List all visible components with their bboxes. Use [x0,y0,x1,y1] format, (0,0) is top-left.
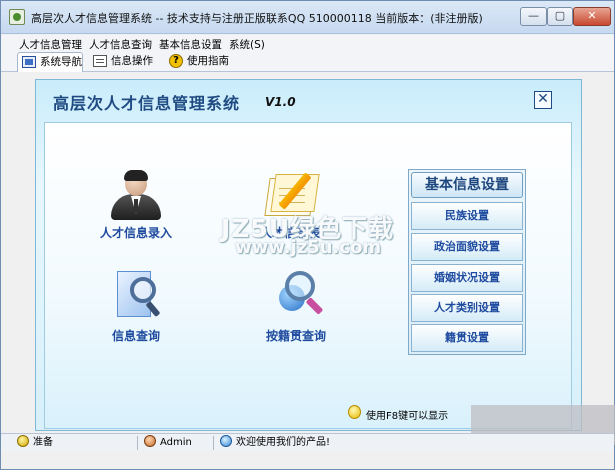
ethnicity-settings-button[interactable]: 民族设置 [411,202,523,230]
talent-info-table-button[interactable]: 人才信息表 [245,168,335,246]
globe-search-icon [275,271,324,319]
lightbulb-icon [348,405,361,419]
function-label: 人才信息录入 [99,226,172,240]
page-title: 高层次人才信息管理系统 [53,94,241,113]
status-welcome-text: 欢迎使用我们的产品! [236,437,331,448]
status-divider [137,436,138,450]
app-window: 高层次人才信息管理系统 -- 技术支持与注册正版联系QQ 510000118 当… [0,0,615,470]
status-user: Admin [144,435,192,451]
query-by-hometown-button[interactable]: 按籍贯查询 [251,271,341,351]
sheet-icon [93,55,107,67]
status-ready-text: 准备 [33,437,53,448]
menu-basic-info-settings[interactable]: 基本信息设置 [159,37,222,52]
close-button[interactable]: ✕ [573,7,611,26]
status-welcome: 欢迎使用我们的产品! [220,435,330,451]
status-bar: 准备 Admin 欢迎使用我们的产品! [1,433,614,451]
function-label: 按籍贯查询 [265,329,326,343]
tab-user-guide[interactable]: ? 使用指南 [165,52,237,72]
tab-label: 信息操作 [111,55,153,67]
maximize-button[interactable]: ▢ [547,7,573,26]
talent-info-entry-button[interactable]: 人才信息录入 [91,168,181,246]
status-user-text: Admin [160,437,192,448]
political-status-settings-button[interactable]: 政治面貌设置 [411,233,523,261]
basic-info-settings-panel: 基本信息设置 民族设置 政治面貌设置 婚姻状况设置 人才类别设置 籍贯设置 [408,169,526,355]
tab-label: 使用指南 [187,55,229,67]
user-icon [144,435,156,447]
function-label: 人才信息表 [259,226,320,240]
title-bar: 高层次人才信息管理系统 -- 技术支持与注册正版联系QQ 510000118 当… [1,1,614,34]
menu-talent-info-query[interactable]: 人才信息查询 [89,37,152,52]
status-ready: 准备 [17,435,53,451]
person-icon [111,170,161,222]
version-label: V1.0 [265,95,296,109]
document-search-icon [117,271,161,319]
window-title: 高层次人才信息管理系统 -- 技术支持与注册正版联系QQ 510000118 当… [31,12,483,25]
panel-close-button[interactable]: ✕ [534,91,552,109]
tab-label: 系统导航 [40,56,82,68]
notebook-icon [264,170,320,220]
f8-hint-text: 使用F8键可以显示 [366,411,449,422]
tab-info-operation[interactable]: 信息操作 [89,52,161,72]
talent-category-settings-button[interactable]: 人才类别设置 [411,294,523,322]
minimize-button[interactable]: — [520,7,547,26]
window-bottom-edge [1,452,614,469]
tab-system-navigation[interactable]: 系统导航 [17,52,83,72]
basic-settings-header: 基本信息设置 [411,172,523,198]
menu-bar: 人才信息管理 人才信息查询 基本信息设置 系统(S) [1,35,614,51]
toolbar: 系统导航 信息操作 ? 使用指南 [1,51,614,72]
navigation-panel: 高层次人才信息管理系统 V1.0 ✕ 人才信息录入 人才信息表 信息查询 按籍贯… [35,79,582,431]
app-icon [9,9,25,25]
menu-talent-info-management[interactable]: 人才信息管理 [19,37,82,52]
monitor-icon [22,56,36,68]
info-query-button[interactable]: 信息查询 [91,271,181,351]
info-icon [220,435,232,447]
help-icon: ? [169,54,183,68]
function-label: 信息查询 [111,329,160,343]
menu-system[interactable]: 系统(S) [229,37,265,52]
marital-status-settings-button[interactable]: 婚姻状况设置 [411,264,523,292]
lightbulb-icon [17,435,29,447]
hometown-settings-button[interactable]: 籍贯设置 [411,324,523,352]
content-area: 人才信息录入 人才信息表 信息查询 按籍贯查询 基本信息设置 民族设置 政治面貌… [44,122,572,429]
status-divider [213,436,214,450]
